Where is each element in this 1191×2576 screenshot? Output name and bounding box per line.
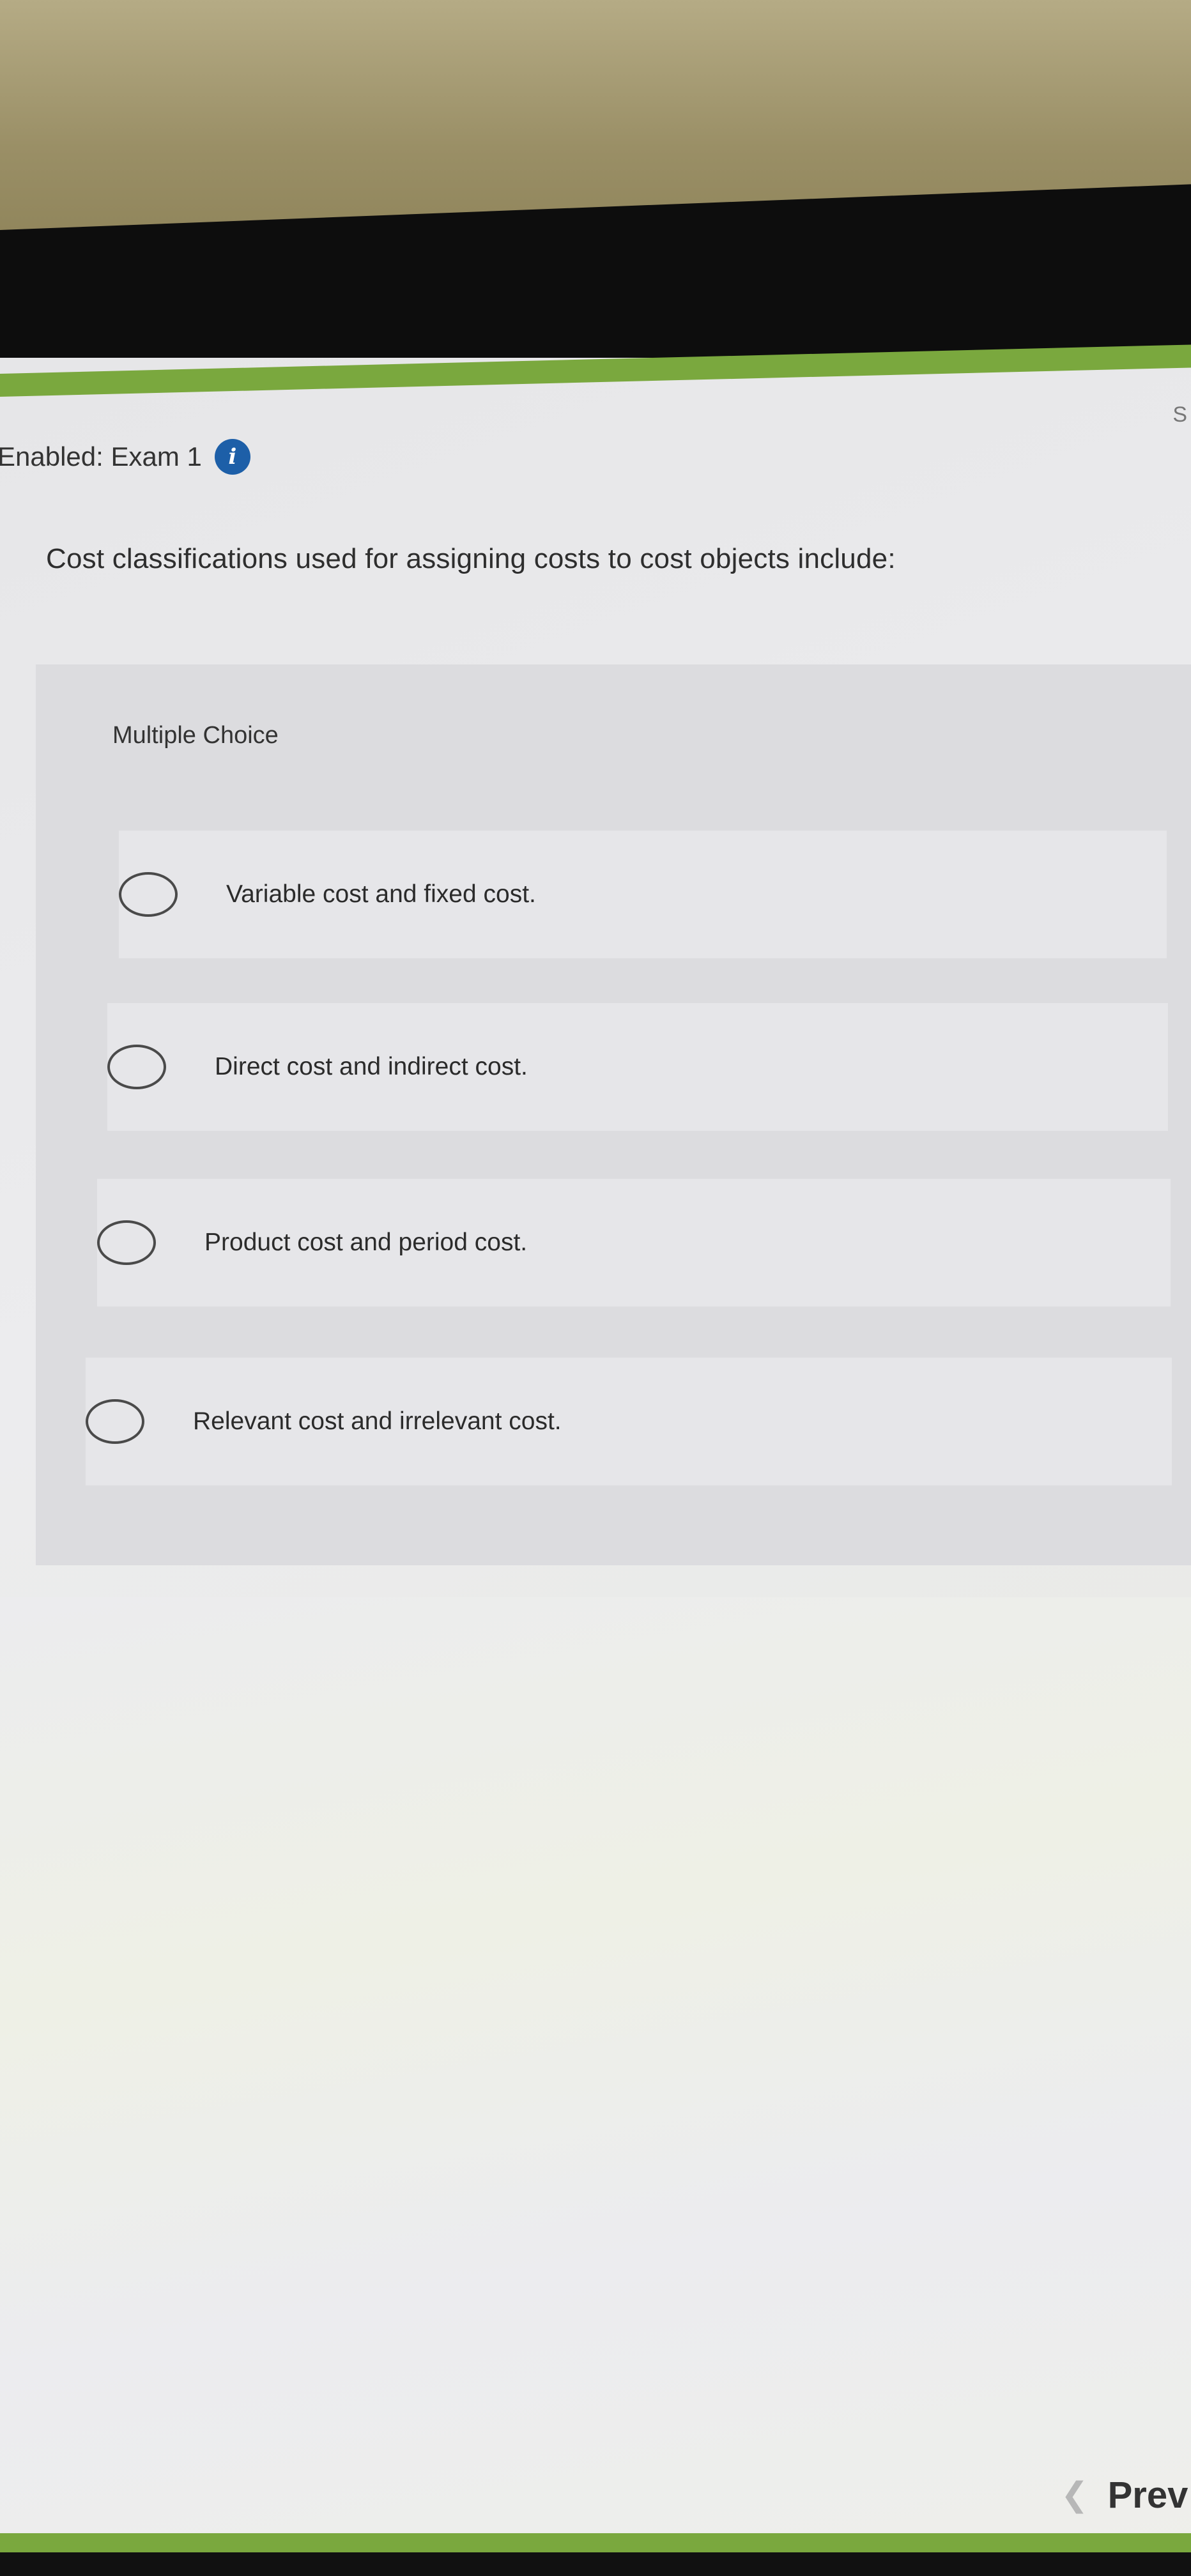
answer-option-label: Relevant cost and irrelevant cost.: [193, 1407, 562, 1435]
answer-option[interactable]: Direct cost and indirect cost.: [107, 1003, 1168, 1131]
radio-button[interactable]: [86, 1399, 144, 1444]
bottom-bezel: [0, 2552, 1191, 2576]
empty-content-area: [0, 1597, 1191, 2576]
radio-button[interactable]: [119, 872, 178, 917]
answer-option[interactable]: Variable cost and fixed cost.: [119, 831, 1167, 958]
answer-option[interactable]: Product cost and period cost.: [97, 1179, 1171, 1307]
answer-option-label: Variable cost and fixed cost.: [226, 880, 536, 908]
answer-option[interactable]: Relevant cost and irrelevant cost.: [86, 1358, 1172, 1485]
multiple-choice-panel: Multiple Choice Variable cost and fixed …: [36, 664, 1191, 1565]
prev-label: Prev: [1107, 2474, 1188, 2516]
radio-button[interactable]: [107, 1045, 166, 1089]
radio-button[interactable]: [97, 1220, 156, 1265]
chevron-left-icon: ❮: [1061, 2476, 1089, 2513]
answer-option-label: Direct cost and indirect cost.: [215, 1053, 528, 1080]
exam-title: Enabled: Exam 1: [0, 441, 202, 471]
answer-option-label: Product cost and period cost.: [204, 1229, 528, 1256]
question-text: Cost classifications used for assigning …: [46, 543, 896, 574]
exam-header: Enabled: Exam 1 i: [0, 422, 1191, 492]
header-corner-text: S: [1172, 402, 1187, 427]
prev-button[interactable]: ❮ Prev: [1061, 2453, 1191, 2536]
question-type-label: Multiple Choice: [112, 722, 279, 749]
info-icon[interactable]: i: [214, 439, 250, 475]
